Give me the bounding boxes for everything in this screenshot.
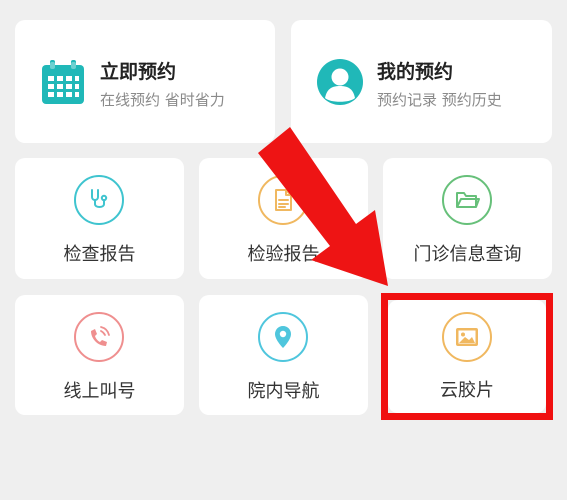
exam-report-tile[interactable]: 检查报告 [15,158,184,279]
outpatient-query-label: 门诊信息查询 [413,244,522,265]
book-now-card[interactable]: 立即预约 在线预约 省时省力 [15,20,275,143]
folder-icon [442,175,492,225]
online-queue-tile[interactable]: 线上叫号 [15,295,184,415]
location-pin-icon [258,312,308,362]
book-now-subtitle: 在线预约 省时省力 [100,91,225,109]
online-queue-label: 线上叫号 [63,381,136,402]
calendar-icon [40,58,86,110]
navigation-tile[interactable]: 院内导航 [199,295,368,415]
stethoscope-icon [74,175,124,225]
lab-report-tile[interactable]: 检验报告 [199,158,368,279]
user-avatar-icon [316,58,364,110]
cloud-film-tile[interactable]: 云胶片 [388,300,546,413]
navigation-label: 院内导航 [247,381,320,402]
phone-icon [74,312,124,362]
document-icon [258,175,308,225]
exam-report-label: 检查报告 [63,244,136,265]
image-icon [442,312,492,362]
my-appointments-title: 我的预约 [377,61,454,83]
book-now-title: 立即预约 [100,61,177,83]
lab-report-label: 检验报告 [247,244,320,265]
cloud-film-label: 云胶片 [440,380,494,401]
outpatient-query-tile[interactable]: 门诊信息查询 [383,158,552,279]
my-appointments-card[interactable]: 我的预约 预约记录 预约历史 [291,20,552,143]
my-appointments-subtitle: 预约记录 预约历史 [377,91,502,109]
